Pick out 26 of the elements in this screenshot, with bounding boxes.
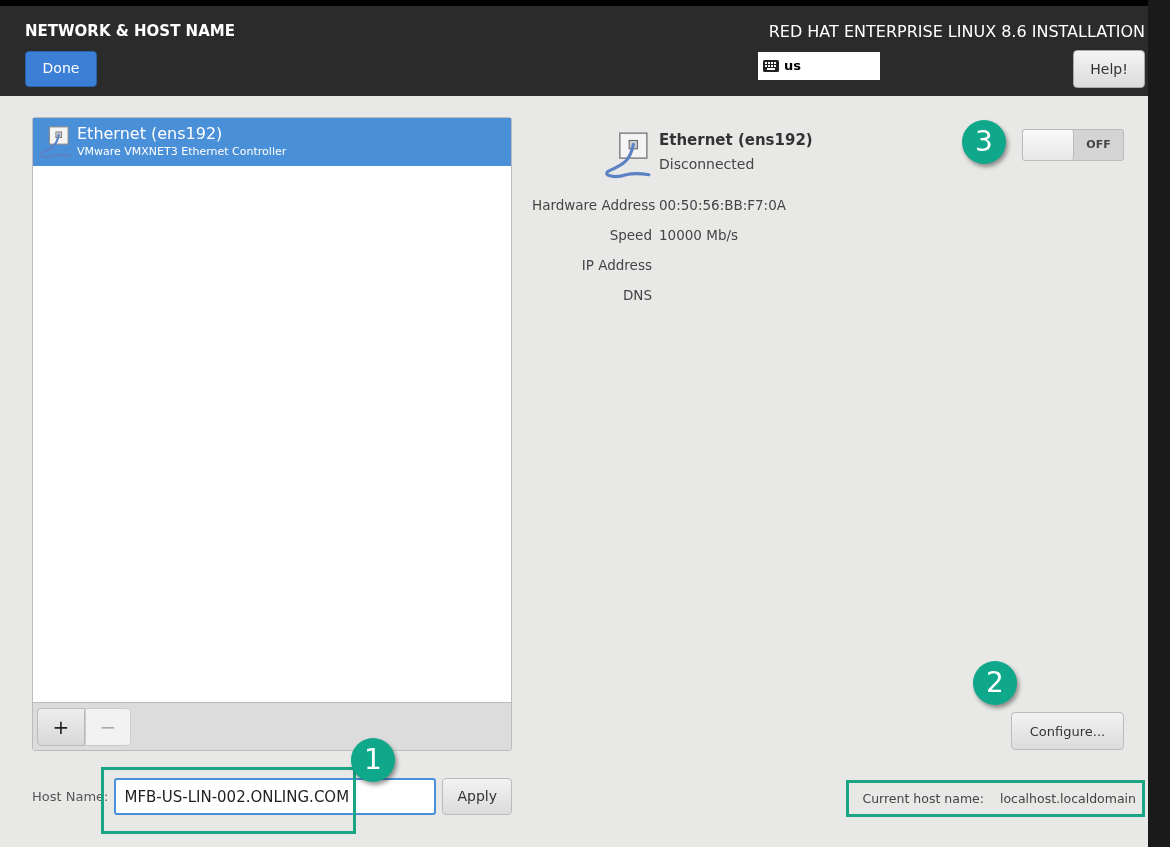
product-title: RED HAT ENTERPRISE LINUX 8.6 INSTALLATION [768, 21, 1145, 43]
help-button[interactable]: Help! [1073, 50, 1145, 88]
property-label: DNS [621, 286, 652, 305]
keyboard-layout-text: us [784, 57, 801, 76]
switch-state-text: OFF [1085, 137, 1112, 153]
page-title: NETWORK & HOST NAME [25, 21, 235, 42]
callout-number: 2 [973, 661, 1017, 705]
property-label: Speed [608, 226, 652, 245]
done-button[interactable]: Done [25, 50, 97, 87]
device-detail-name: Ethernet (ens192) [659, 130, 813, 151]
host-name-field[interactable]: MFB-US-LIN-002.ONLING.COM [114, 778, 437, 815]
property-label: IP Address [580, 256, 652, 275]
callout-number: 3 [962, 120, 1006, 164]
add-device-button[interactable]: + [37, 707, 85, 746]
property-value: 10000 Mb/s [659, 226, 740, 245]
toggle-switch[interactable]: OFF [1022, 129, 1124, 161]
apply-button[interactable]: Apply [442, 778, 512, 815]
device-description: VMware VMXNET3 Ethernet Controller [77, 144, 287, 160]
device-status: Disconnected [659, 155, 756, 174]
property-value: 00:50:56:BB:F7:0A [659, 196, 787, 215]
device-name: Ethernet (ens192) [77, 124, 224, 144]
configure-button[interactable]: Configure... [1011, 712, 1124, 751]
keyboard-layout-field[interactable]: us [758, 52, 880, 80]
keyboard-icon [763, 60, 779, 72]
switch-knob [1023, 130, 1074, 160]
current-host-name: Current host name: localhost.localdomain [862, 790, 1136, 809]
